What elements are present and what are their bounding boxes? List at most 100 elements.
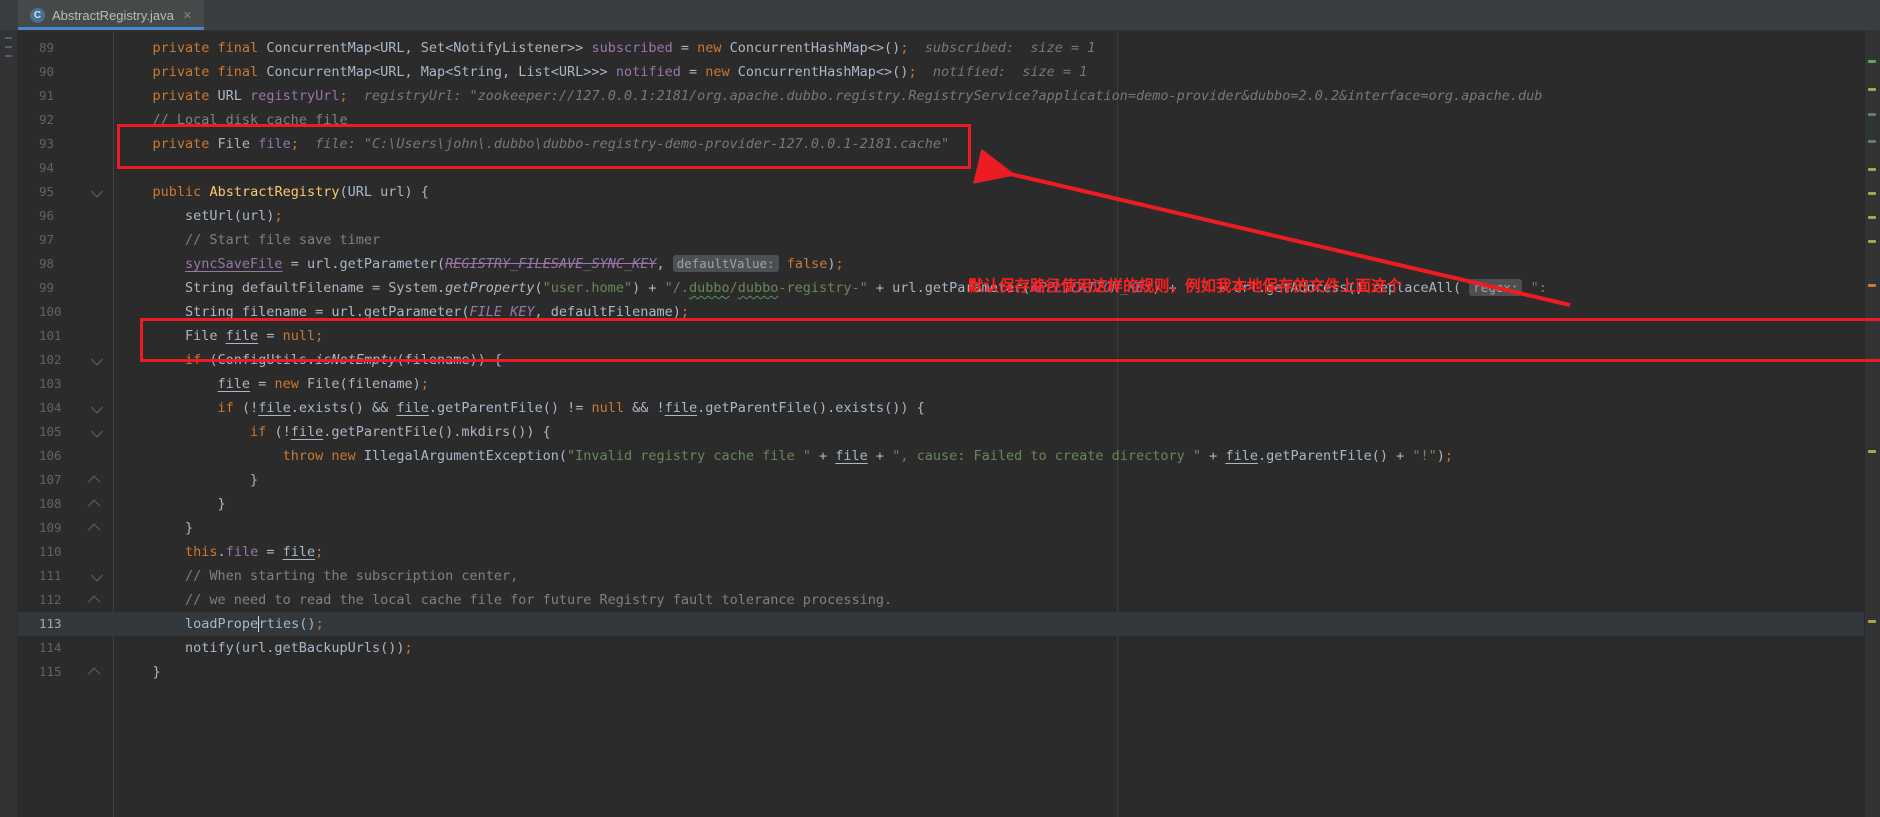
code-line[interactable]: 115 } <box>17 660 1865 684</box>
line-number[interactable]: 99 <box>17 276 69 300</box>
code-text: // Start file save timer <box>114 228 380 252</box>
tab-abstractregistry-java[interactable]: C AbstractRegistry.java ✕ <box>18 0 204 30</box>
stripe-mark[interactable] <box>1868 113 1876 116</box>
code-token: , defaultFilename) <box>535 304 681 320</box>
code-line[interactable]: 104 if (!file.exists() && file.getParent… <box>17 396 1865 420</box>
code-line[interactable]: 103 file = new File(filename); <box>17 372 1865 396</box>
stripe-mark[interactable] <box>1868 450 1876 453</box>
line-number[interactable]: 111 <box>17 564 69 588</box>
code-area: 89 private final ConcurrentMap<URL, Set<… <box>17 36 1865 684</box>
code-token: } <box>120 664 161 680</box>
fold-down-icon[interactable] <box>91 400 104 413</box>
line-number[interactable]: 101 <box>17 324 69 348</box>
line-number[interactable]: 96 <box>17 204 69 228</box>
line-number[interactable]: 106 <box>17 444 69 468</box>
code-line[interactable]: 108 } <box>17 492 1865 516</box>
code-line[interactable]: 111 // When starting the subscription ce… <box>17 564 1865 588</box>
code-token: + url.getAddress().replaceAll( <box>1209 280 1469 296</box>
code-line[interactable]: 109 } <box>17 516 1865 540</box>
code-line[interactable]: 96 setUrl(url); <box>17 204 1865 228</box>
fold-column <box>69 252 114 276</box>
line-number[interactable]: 113 <box>17 612 69 636</box>
line-number[interactable]: 105 <box>17 420 69 444</box>
code-line[interactable]: 98 syncSaveFile = url.getParameter(REGIS… <box>17 252 1865 276</box>
stripe-mark[interactable] <box>1868 620 1876 623</box>
line-number[interactable]: 114 <box>17 636 69 660</box>
fold-column <box>69 36 114 60</box>
fold-down-icon[interactable] <box>91 352 104 365</box>
code-text: // we need to read the local cache file … <box>114 588 892 612</box>
code-line[interactable]: 105 if (!file.getParentFile().mkdirs()) … <box>17 420 1865 444</box>
line-number[interactable]: 90 <box>17 60 69 84</box>
code-text: private File file; file: "C:\Users\john\… <box>114 132 949 156</box>
code-line[interactable]: 113 loadProperties(); <box>17 612 1865 636</box>
code-line[interactable]: 114 notify(url.getBackupUrls()); <box>17 636 1865 660</box>
fold-column <box>69 612 114 636</box>
fold-up-icon[interactable] <box>88 499 101 512</box>
code-token: AbstractRegistry <box>209 184 339 200</box>
line-number[interactable]: 108 <box>17 492 69 516</box>
code-line[interactable]: 107 } <box>17 468 1865 492</box>
close-tab-icon[interactable]: ✕ <box>183 9 192 22</box>
fold-up-icon[interactable] <box>88 667 101 680</box>
line-number[interactable]: 102 <box>17 348 69 372</box>
stripe-mark[interactable] <box>1868 60 1876 63</box>
line-number[interactable]: 89 <box>17 36 69 60</box>
stripe-mark[interactable] <box>1868 216 1876 219</box>
stripe-mark[interactable] <box>1868 168 1876 171</box>
stripe-mark[interactable] <box>1868 88 1876 91</box>
line-number[interactable]: 110 <box>17 540 69 564</box>
left-tool-window-stripe[interactable] <box>0 30 18 817</box>
code-line[interactable]: 90 private final ConcurrentMap<URL, Map<… <box>17 60 1865 84</box>
line-number[interactable]: 109 <box>17 516 69 540</box>
code-line[interactable]: 101 File file = null; <box>17 324 1865 348</box>
code-line[interactable]: 93 private File file; file: "C:\Users\jo… <box>17 132 1865 156</box>
line-number[interactable]: 95 <box>17 180 69 204</box>
code-token: registryUrl <box>250 88 339 104</box>
code-line[interactable]: 91 private URL registryUrl; registryUrl:… <box>17 84 1865 108</box>
code-token: + <box>1201 448 1225 464</box>
stripe-mark[interactable] <box>1868 140 1876 143</box>
line-number[interactable]: 91 <box>17 84 69 108</box>
stripe-mark[interactable] <box>1868 192 1876 195</box>
line-number[interactable]: 100 <box>17 300 69 324</box>
stripe-mark[interactable] <box>1868 284 1876 287</box>
code-line[interactable]: 95 public AbstractRegistry(URL url) { <box>17 180 1865 204</box>
line-number[interactable]: 107 <box>17 468 69 492</box>
code-token: private final <box>153 64 259 80</box>
fold-down-icon[interactable] <box>91 184 104 197</box>
java-class-icon: C <box>30 8 45 23</box>
line-number[interactable]: 115 <box>17 660 69 684</box>
code-line[interactable]: 102 if (ConfigUtils.isNotEmpty(filename)… <box>17 348 1865 372</box>
fold-down-icon[interactable] <box>91 424 104 437</box>
code-line[interactable]: 110 this.file = file; <box>17 540 1865 564</box>
code-text: String defaultFilename = System.getPrope… <box>114 276 1547 300</box>
line-number[interactable]: 104 <box>17 396 69 420</box>
fold-up-icon[interactable] <box>88 595 101 608</box>
code-line[interactable]: 94 <box>17 156 1865 180</box>
code-editor[interactable]: 89 private final ConcurrentMap<URL, Set<… <box>17 30 1865 817</box>
line-number[interactable]: 97 <box>17 228 69 252</box>
code-token: .getParentFile().mkdirs()) { <box>323 424 551 440</box>
code-token: notified: size = 1 <box>917 64 1088 80</box>
line-number[interactable]: 112 <box>17 588 69 612</box>
code-line[interactable]: 106 throw new IllegalArgumentException("… <box>17 444 1865 468</box>
line-number[interactable]: 98 <box>17 252 69 276</box>
code-line[interactable]: 100 String filename = url.getParameter(F… <box>17 300 1865 324</box>
code-line[interactable]: 112 // we need to read the local cache f… <box>17 588 1865 612</box>
fold-down-icon[interactable] <box>91 568 104 581</box>
line-number[interactable]: 94 <box>17 156 69 180</box>
line-number[interactable]: 103 <box>17 372 69 396</box>
error-stripe-scrollbar[interactable] <box>1864 30 1880 817</box>
code-line[interactable]: 99 String defaultFilename = System.getPr… <box>17 276 1865 300</box>
stripe-mark[interactable] <box>1868 240 1876 243</box>
line-number[interactable]: 93 <box>17 132 69 156</box>
code-line[interactable]: 92 // Local disk cache file <box>17 108 1865 132</box>
code-line[interactable]: 89 private final ConcurrentMap<URL, Set<… <box>17 36 1865 60</box>
code-line[interactable]: 97 // Start file save timer <box>17 228 1865 252</box>
line-number[interactable]: 92 <box>17 108 69 132</box>
code-text: } <box>114 660 161 684</box>
code-text: private final ConcurrentMap<URL, Set<Not… <box>114 36 1095 60</box>
fold-up-icon[interactable] <box>88 475 101 488</box>
fold-up-icon[interactable] <box>88 523 101 536</box>
